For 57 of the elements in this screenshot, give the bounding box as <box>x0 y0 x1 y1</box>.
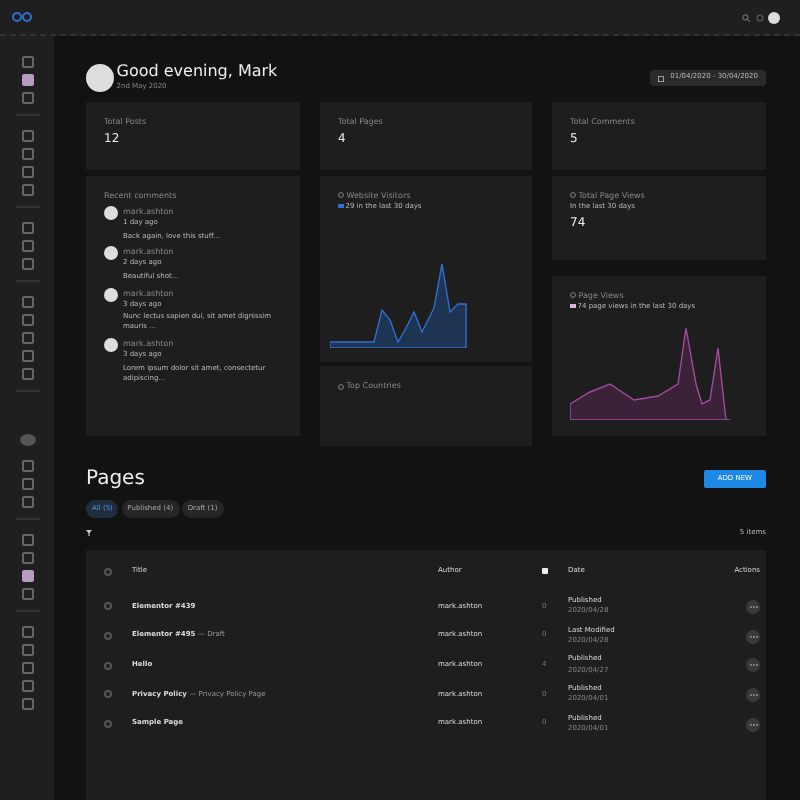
eye-icon <box>570 292 576 299</box>
more-actions-button[interactable] <box>746 629 760 644</box>
sidebar-item[interactable] <box>21 148 33 160</box>
sidebar-item[interactable] <box>21 92 33 104</box>
calendar-icon <box>658 75 665 82</box>
user-avatar <box>104 246 118 261</box>
sidebar-item[interactable] <box>21 698 33 710</box>
greeting: Good evening, Mark <box>116 64 278 82</box>
sidebar-item[interactable] <box>21 644 33 656</box>
checkbox[interactable] <box>104 602 112 611</box>
filter-icon[interactable] <box>86 529 92 536</box>
sidebar-item[interactable] <box>21 662 33 674</box>
sidebar-item[interactable] <box>21 296 33 308</box>
visitors-icon <box>338 192 344 199</box>
user-avatar <box>86 64 114 93</box>
logo-icon[interactable] <box>12 12 32 22</box>
more-actions-button[interactable] <box>746 599 760 614</box>
sidebar-item[interactable] <box>21 534 33 546</box>
sidebar-item[interactable] <box>21 166 33 178</box>
sidebar-item[interactable] <box>21 184 33 196</box>
sidebar-item[interactable] <box>21 222 33 234</box>
user-avatar <box>104 206 118 221</box>
checkbox[interactable] <box>104 690 112 699</box>
comment-icon <box>542 568 548 574</box>
user-avatar[interactable] <box>768 11 780 23</box>
sidebar-item[interactable] <box>21 552 33 564</box>
globe-icon <box>338 383 344 390</box>
checkbox[interactable] <box>104 661 112 670</box>
search-icon[interactable] <box>742 13 750 21</box>
checkbox[interactable] <box>104 720 112 729</box>
checkbox[interactable] <box>104 567 112 575</box>
sidebar-item[interactable] <box>21 626 33 638</box>
sidebar-item[interactable] <box>21 74 33 86</box>
sidebar-item[interactable] <box>21 478 33 490</box>
sidebar-item[interactable] <box>21 240 33 252</box>
sidebar-item[interactable] <box>21 496 33 508</box>
legend-swatch <box>570 303 575 309</box>
page-title: Pages <box>86 466 145 494</box>
more-actions-button[interactable] <box>746 687 760 702</box>
checkbox[interactable] <box>104 632 112 641</box>
legend-swatch <box>338 203 343 209</box>
sidebar-item[interactable] <box>21 570 33 582</box>
eye-icon <box>570 192 576 199</box>
sidebar-item[interactable] <box>21 588 33 600</box>
user-avatar <box>104 338 118 353</box>
sidebar-item[interactable] <box>21 350 33 362</box>
sidebar-item[interactable] <box>21 368 33 380</box>
sidebar-item[interactable] <box>21 314 33 326</box>
more-actions-button[interactable] <box>746 717 760 732</box>
sidebar-item[interactable] <box>21 332 33 344</box>
sidebar-item[interactable] <box>21 258 33 270</box>
sidebar-item[interactable] <box>21 130 33 142</box>
sidebar-item[interactable] <box>21 460 33 472</box>
sidebar-item[interactable] <box>21 56 33 68</box>
user-avatar <box>104 287 118 302</box>
sidebar-item[interactable] <box>21 680 33 692</box>
more-actions-button[interactable] <box>746 658 760 673</box>
